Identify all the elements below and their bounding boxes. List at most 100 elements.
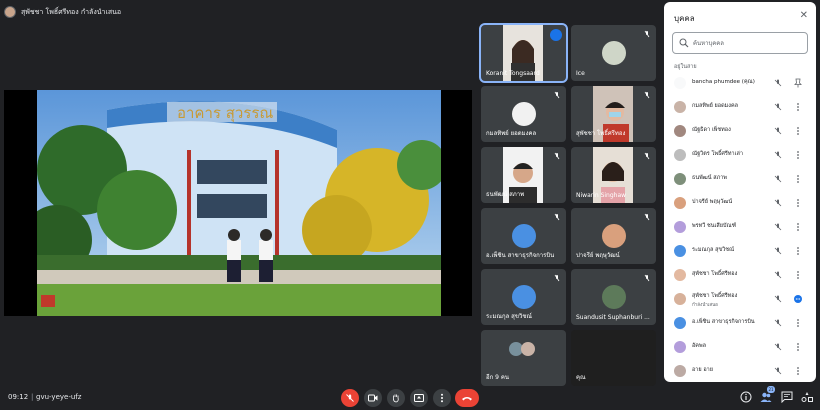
presenter-avatar [4, 6, 16, 18]
participant-tile[interactable]: ธนพัฒน์ สภาพ [481, 147, 566, 203]
participant-name: Koranit Tongsaard [486, 70, 540, 77]
person-row[interactable]: สุพัชชา โพธิ์ศรีทอง [664, 264, 816, 286]
mic-off-icon[interactable] [774, 175, 782, 183]
person-row[interactable]: กมลทิพย์ ยอดมงคล [664, 96, 816, 118]
mic-off-icon[interactable] [774, 319, 782, 327]
more-icon[interactable] [794, 222, 802, 232]
participant-name: ระมณกุล สุขวิชณ์ [486, 313, 532, 320]
mic-off-icon[interactable] [774, 199, 782, 207]
person-row[interactable]: ระมณกุล สุขวิชณ์ [664, 240, 816, 262]
avatar [511, 285, 536, 309]
more-participants-tile[interactable]: อีก 9 คน [481, 330, 566, 386]
participant-tile[interactable]: กมลทิพย์ ยอดมงคล [481, 86, 566, 142]
end-call-button[interactable] [455, 389, 479, 407]
mic-off-icon[interactable] [774, 367, 782, 375]
person-name: ณัฐธิดา เพ็ชทอง [692, 127, 731, 133]
person-name: ณัฐวิตร โพธิ์ศรีทาเล่า [692, 151, 743, 157]
person-row[interactable]: อัคพล [664, 336, 816, 358]
info-icon[interactable] [740, 391, 752, 403]
mic-off-icon[interactable] [774, 247, 782, 255]
mic-off-icon[interactable] [774, 151, 782, 159]
person-name: อาย อาย [692, 367, 713, 373]
avatar [674, 101, 686, 113]
participant-name: Niwarin Singhaw [576, 192, 627, 199]
participant-tile[interactable]: Koranit Tongsaard [479, 23, 568, 83]
person-name: สุพัชชา โพธิ์ศรีทอง [692, 271, 738, 277]
person-name: ปาจรีย์ พฤษุวัฒน์ [692, 199, 733, 205]
participant-name: อ.เพ็ชิน สาขาธุรกิจการบิน [486, 252, 555, 259]
search-input[interactable] [693, 37, 803, 50]
person-row[interactable]: ณัฐวิตร โพธิ์ศรีทาเล่า [664, 144, 816, 166]
mic-off-icon[interactable] [774, 343, 782, 351]
more-icon[interactable] [794, 366, 802, 376]
more-icon[interactable] [794, 342, 802, 352]
mic-off-icon[interactable] [774, 79, 782, 87]
activities-icon[interactable] [801, 391, 813, 403]
meeting-code: gvu-yeye-ufz [36, 393, 82, 401]
more-icon[interactable] [794, 198, 802, 208]
avatar [601, 224, 626, 248]
present-screen-button[interactable] [410, 389, 428, 407]
participant-tile[interactable]: สุพัชชา โพธิ์ศรีทอง [571, 86, 656, 142]
mic-off-icon[interactable] [774, 223, 782, 231]
more-icon[interactable] [794, 174, 802, 184]
avatar [674, 149, 686, 161]
more-icon[interactable] [794, 150, 802, 160]
person-row[interactable]: ธนพัฒน์ สภาพ [664, 168, 816, 190]
mic-off-icon [554, 152, 560, 160]
present-icon [414, 394, 424, 402]
participant-tile[interactable]: อ.เพ็ชิน สาขาธุรกิจการบิน [481, 208, 566, 264]
camera-toggle-button[interactable] [364, 389, 382, 407]
more-icon[interactable] [794, 318, 802, 328]
more-options-button[interactable] [433, 389, 451, 407]
participant-name: คุณ [576, 374, 586, 381]
avatar [674, 317, 686, 329]
mic-off-icon[interactable] [774, 271, 782, 279]
presenter-label: สุพัชชา โพธิ์ศรีทอง กำลังนำเสนอ [21, 7, 122, 16]
chat-icon[interactable] [781, 391, 793, 403]
person-row[interactable]: สุพัชชา โพธิ์ศรีทอง กำลังนำเสนอ [664, 288, 816, 310]
presentation-stage[interactable]: อาคาร สุวรรณ [4, 90, 472, 316]
participant-tile[interactable]: Suandusit Suphanburi ... [571, 269, 656, 325]
person-status: กำลังนำเสนอ [692, 303, 718, 308]
search-box[interactable] [672, 32, 808, 54]
pin-icon[interactable] [794, 78, 802, 88]
person-row[interactable]: พรทวี ชนเสียบัณฑ์ [664, 216, 816, 238]
raise-hand-button[interactable] [387, 389, 405, 407]
person-row[interactable]: ปาจรีย์ พฤษุวัฒน์ [664, 192, 816, 214]
participant-tile[interactable]: ระมณกุล สุขวิชณ์ [481, 269, 566, 325]
end-call-icon [462, 397, 472, 401]
more-icon[interactable] [794, 126, 802, 136]
panel-title: บุคคล [674, 14, 695, 23]
more-icon[interactable] [794, 102, 802, 112]
presenting-icon[interactable] [794, 294, 802, 304]
avatar [674, 365, 686, 377]
close-icon[interactable]: ✕ [800, 10, 808, 21]
avatar [674, 197, 686, 209]
person-name: กมลทิพย์ ยอดมงคล [692, 103, 739, 109]
more-icon [441, 393, 443, 403]
more-icon[interactable] [794, 246, 802, 256]
more-icon[interactable] [794, 270, 802, 280]
avatar [601, 41, 626, 65]
mic-off-icon [644, 91, 650, 99]
mic-off-icon[interactable] [774, 295, 782, 303]
avatar [511, 224, 536, 248]
person-row[interactable]: bancha phumdee (คุณ) [664, 72, 816, 94]
person-row[interactable]: อ.เพ็ชิน สาขาธุรกิจการบิน [664, 312, 816, 334]
self-tile[interactable]: คุณ [571, 330, 656, 386]
participant-tile[interactable]: Niwarin Singhaw [571, 147, 656, 203]
mic-toggle-button[interactable] [341, 389, 359, 407]
person-name: ธนพัฒน์ สภาพ [692, 175, 727, 181]
participant-tile[interactable]: Ice [571, 25, 656, 81]
bottom-bar: 09:12 | gvu-yeye-ufz 21 [0, 386, 820, 410]
participant-tile[interactable]: ปาจรีย์ พฤษุวัฒน์ [571, 208, 656, 264]
mic-off-icon [644, 30, 650, 38]
hand-icon [393, 394, 399, 403]
mic-off-icon[interactable] [774, 103, 782, 111]
person-row[interactable]: อาย อาย [664, 360, 816, 382]
person-row[interactable]: ณัฐธิดา เพ็ชทอง [664, 120, 816, 142]
presenter-bar: สุพัชชา โพธิ์ศรีทอง กำลังนำเสนอ [4, 4, 121, 20]
mic-off-icon[interactable] [774, 127, 782, 135]
person-name: อัคพล [692, 343, 706, 349]
